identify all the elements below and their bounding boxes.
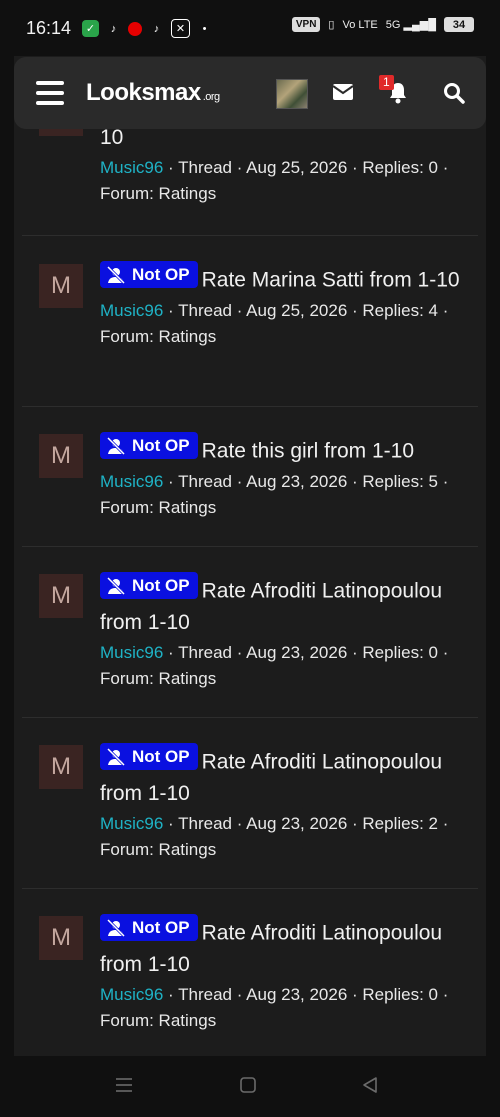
notification-icons: ✓ ♪ ♪ ✕ • — [82, 19, 213, 38]
not-op-badge: Not OP — [100, 432, 198, 459]
vibrate-icon: ▯ — [328, 19, 335, 31]
more-notifications-icon: • — [202, 22, 207, 35]
site-logo[interactable]: Looksmax .org — [86, 79, 220, 107]
avatar[interactable]: M — [39, 434, 83, 478]
thread-item[interactable]: M Not OP Rate Afroditi Latinopoulou from … — [22, 717, 478, 889]
thread-meta: Music96 · Thread · Aug 25, 2026 · Replie… — [100, 300, 449, 346]
username-link[interactable]: Music96 — [100, 301, 163, 320]
avatar[interactable]: M — [39, 916, 83, 960]
thread-meta: Music96 · Thread · Aug 23, 2026 · Replie… — [100, 471, 449, 517]
menu-icon[interactable] — [36, 81, 64, 105]
status-time: 16:14 — [26, 18, 72, 38]
thread-meta: Music96 · Thread · Aug 23, 2026 · Replie… — [100, 984, 449, 1030]
notification-badge: 1 — [379, 75, 394, 90]
thread-title[interactable]: Not OP Rate Afroditi Latinopoulou from 1-… — [100, 572, 470, 638]
recents-menu-icon[interactable] — [115, 1076, 133, 1094]
username-link[interactable]: Music96 — [100, 158, 163, 177]
thread-meta: Music96 · Thread · Aug 25, 2026 · Replie… — [100, 158, 449, 203]
username-link[interactable]: Music96 — [100, 472, 163, 491]
avatar[interactable]: M — [39, 574, 83, 618]
thread-meta: Music96 · Thread · Aug 23, 2026 · Replie… — [100, 642, 449, 688]
hidden-user-icon — [106, 576, 126, 595]
username-link[interactable]: Music96 — [100, 643, 163, 662]
vpn-icon: VPN — [291, 17, 321, 32]
thread-meta: Music96 · Thread · Aug 23, 2026 · Replie… — [100, 813, 449, 859]
not-op-badge: Not OP — [100, 914, 198, 941]
not-op-badge: Not OP — [100, 743, 198, 770]
not-op-badge: Not OP — [100, 261, 198, 288]
tiktok-icon: ♪ — [153, 22, 160, 35]
hidden-user-icon — [106, 436, 126, 455]
signal-icon: 5G ▂▄▆█ — [385, 19, 436, 31]
thread-list: M 10 Music96 · Thread · Aug 25, 2026 · R… — [14, 56, 486, 1056]
hidden-user-icon — [106, 918, 126, 937]
thread-title[interactable]: Not OP Rate Marina Satti from 1-10 — [100, 261, 470, 296]
tiktok-icon: ♪ — [110, 22, 117, 35]
thread-item[interactable]: M Not OP Rate Marina Satti from 1-10 Musi… — [22, 235, 478, 407]
thread-title[interactable]: Not OP Rate Afroditi Latinopoulou from 1-… — [100, 914, 470, 980]
not-op-badge: Not OP — [100, 572, 198, 599]
back-icon[interactable] — [361, 1076, 379, 1094]
vodafone-icon — [128, 21, 142, 36]
username-link[interactable]: Music96 — [100, 985, 163, 1004]
thread-title[interactable]: Not OP Rate this girl from 1-10 — [100, 432, 470, 467]
mail-icon[interactable] — [332, 83, 354, 101]
capcut-icon: ✕ — [171, 19, 190, 38]
thread-item[interactable]: M Not OP Rate Afroditi Latinopoulou from … — [22, 546, 478, 718]
shield-app-icon: ✓ — [82, 20, 99, 37]
home-icon[interactable] — [239, 1076, 257, 1094]
avatar[interactable]: M — [39, 745, 83, 789]
avatar[interactable]: M — [39, 264, 83, 308]
system-nav-bar — [0, 1056, 500, 1117]
username-link[interactable]: Music96 — [100, 814, 163, 833]
search-icon[interactable] — [442, 81, 466, 105]
thread-title[interactable]: Not OP Rate Afroditi Latinopoulou from 1-… — [100, 743, 470, 809]
status-right: VPN ▯ Vo LTE 5G ▂▄▆█ 34 — [291, 17, 474, 32]
site-header: Looksmax .org 1 — [14, 57, 486, 129]
hidden-user-icon — [106, 747, 126, 766]
volte-label: Vo LTE — [342, 18, 378, 31]
status-bar: 16:14 ✓ ♪ ♪ ✕ • VPN ▯ Vo LTE 5G ▂▄▆█ 34 — [0, 0, 500, 56]
battery-icon: 34 — [444, 17, 474, 32]
thread-item[interactable]: M Not OP Rate this girl from 1-10 Music96… — [22, 406, 478, 547]
thumbnail-image[interactable] — [276, 79, 308, 109]
hidden-user-icon — [106, 265, 126, 284]
thread-item[interactable]: M Not OP Rate Afroditi Latinopoulou from … — [22, 888, 478, 1056]
